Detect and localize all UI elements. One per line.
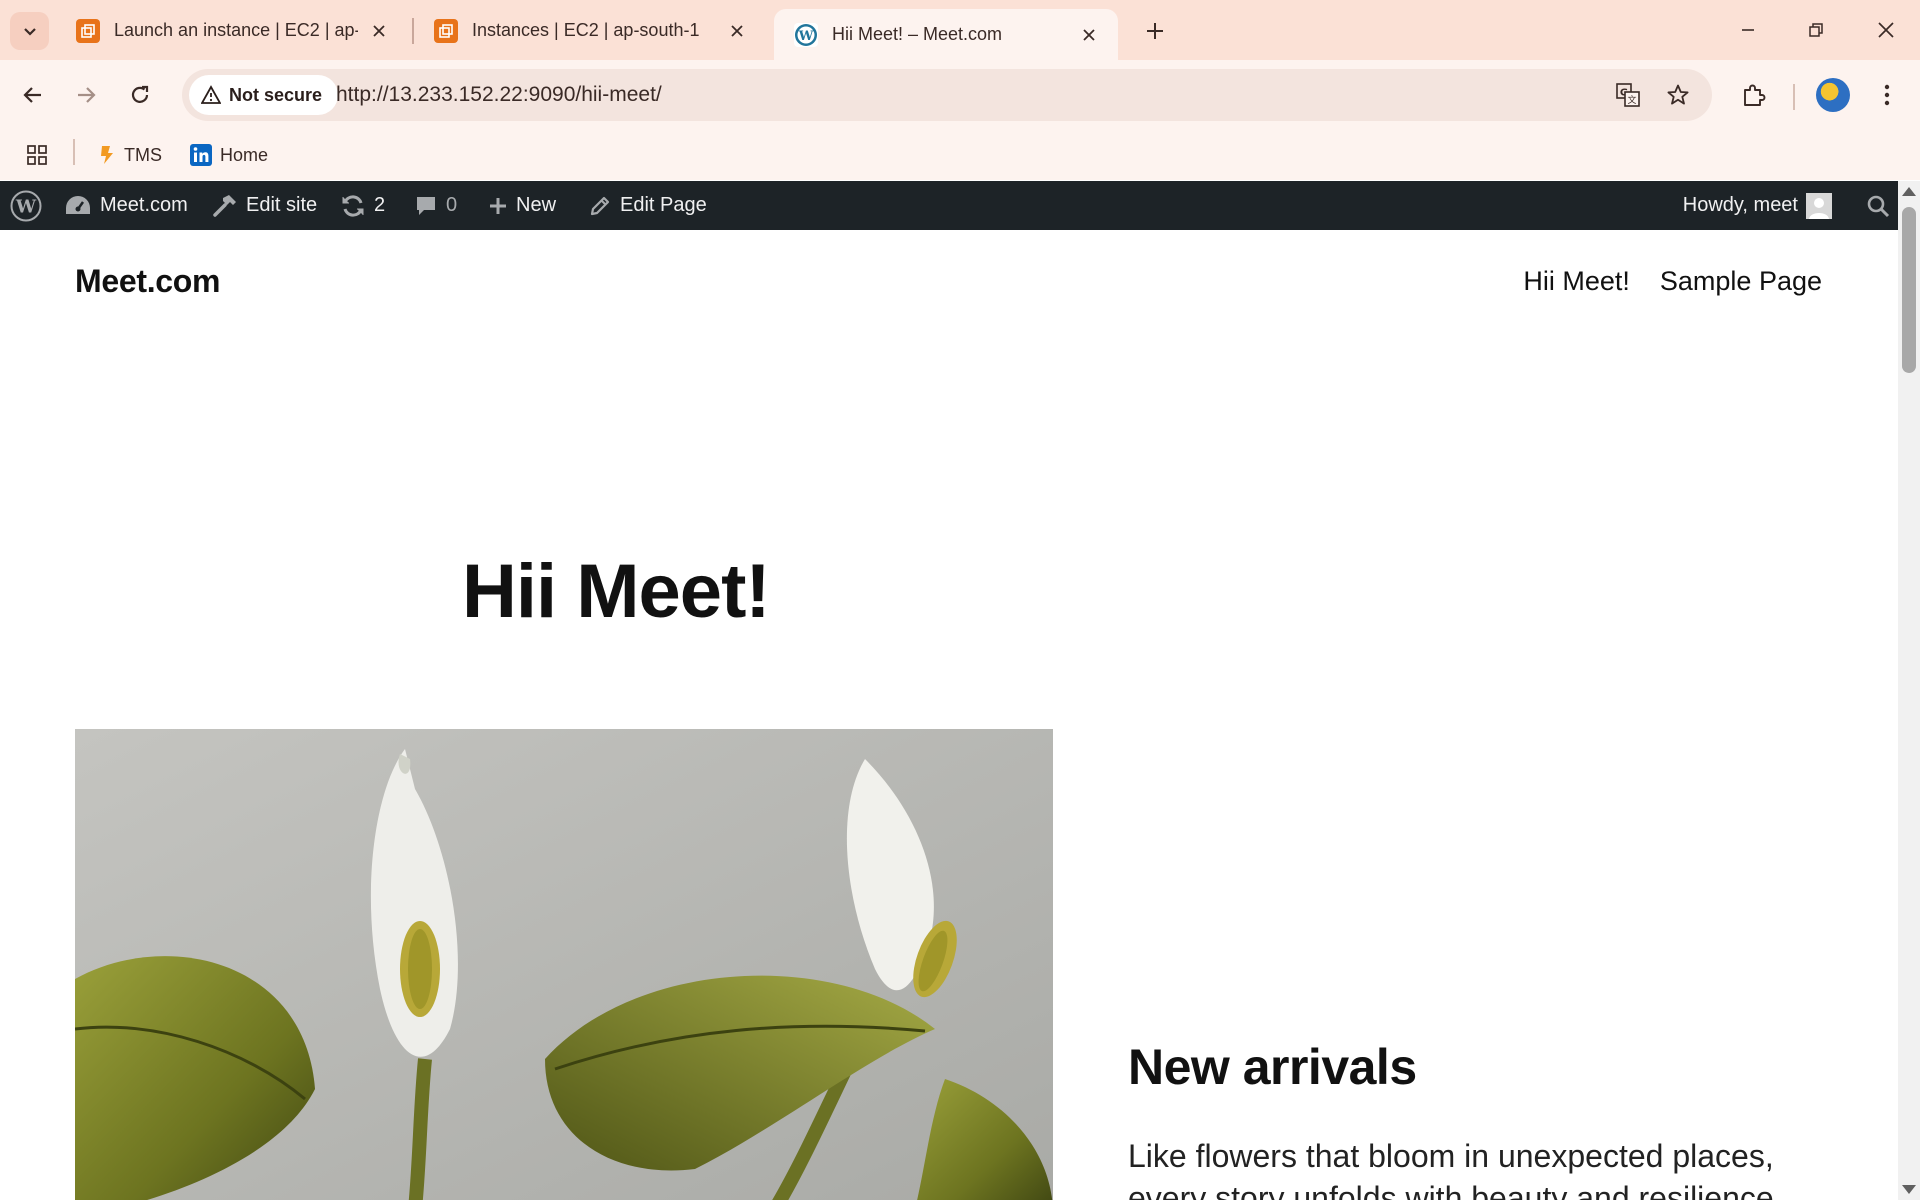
minimize-button[interactable]: [1718, 10, 1778, 50]
wordpress-logo-icon: W: [10, 190, 42, 221]
chevron-down-icon: [23, 28, 36, 36]
extensions-button[interactable]: [1733, 74, 1775, 116]
bookmarks-separator: [73, 139, 75, 165]
dashboard-icon: [66, 195, 90, 214]
apps-grid-icon: [27, 145, 47, 165]
edit-site-label: Edit site: [246, 194, 318, 216]
translate-icon[interactable]: G文: [1610, 77, 1646, 113]
edit-site-link[interactable]: Edit site: [212, 181, 317, 230]
howdy-label: Howdy, meet: [1682, 194, 1798, 216]
bookmark-tms[interactable]: TMS: [98, 140, 162, 170]
svg-text:文: 文: [1627, 94, 1636, 106]
tab-strip: Launch an instance | EC2 | ap-south-1 In…: [0, 0, 1920, 60]
nav-item-hii-meet[interactable]: Hii Meet!: [1523, 266, 1630, 297]
search-icon: [1867, 195, 1890, 217]
scroll-thumb[interactable]: [1902, 207, 1916, 373]
edit-page-label: Edit Page: [620, 194, 707, 216]
comment-bubble-icon: [417, 196, 435, 215]
kebab-menu-icon: [1884, 84, 1890, 106]
admin-site-link[interactable]: Meet.com: [64, 181, 188, 230]
aws-console-icon: [434, 18, 458, 43]
plus-icon: [1147, 23, 1163, 39]
close-tab-icon[interactable]: [724, 18, 750, 44]
comments-count: 0: [446, 194, 458, 216]
section-text: Like flowers that bloom in unexpected pl…: [1128, 1138, 1774, 1200]
edit-page-link[interactable]: Edit Page: [588, 181, 707, 230]
restore-icon: [1809, 23, 1823, 37]
updates-icon: [342, 194, 364, 217]
back-button[interactable]: [12, 74, 54, 116]
hammer-icon: [213, 194, 236, 217]
page-scrollbar[interactable]: [1898, 181, 1920, 1200]
browser-window: Launch an instance | EC2 | ap-south-1 In…: [0, 0, 1920, 1200]
tab-title: Instances | EC2 | ap-south-1: [472, 20, 700, 40]
site-navigation: Hii Meet! Sample Page: [1523, 266, 1822, 297]
wordpress-logo-button[interactable]: W: [10, 181, 42, 230]
scroll-down-arrow-icon[interactable]: [1902, 1185, 1916, 1194]
user-avatar-icon: [1806, 192, 1832, 219]
site-info-chip[interactable]: Not secure: [189, 75, 339, 115]
minimize-icon: [1742, 29, 1754, 31]
security-label: Not secure: [229, 84, 323, 105]
arrow-right-icon: [78, 87, 96, 103]
pencil-icon: [590, 196, 610, 215]
close-tab-icon[interactable]: [1076, 22, 1102, 48]
new-label: New: [516, 194, 557, 216]
admin-search-button[interactable]: [1866, 181, 1890, 230]
bookmark-label: Home: [220, 144, 269, 165]
bookmark-home[interactable]: Home: [190, 140, 268, 170]
scroll-up-arrow-icon[interactable]: [1902, 187, 1916, 196]
reload-button[interactable]: [119, 74, 161, 116]
arrow-left-icon: [23, 87, 41, 103]
warning-icon: [201, 85, 221, 104]
tms-icon: [101, 146, 113, 164]
tab-title: Launch an instance | EC2 | ap-south-1: [114, 20, 358, 40]
new-tab-button[interactable]: [1138, 14, 1172, 48]
tab-instances[interactable]: Instances | EC2 | ap-south-1: [414, 9, 766, 52]
restore-button[interactable]: [1786, 10, 1846, 50]
close-icon: [1878, 22, 1894, 38]
aws-console-icon: [76, 18, 100, 43]
plus-icon: [490, 197, 506, 214]
close-window-button[interactable]: [1856, 10, 1916, 50]
section-title: New arrivals: [1128, 1039, 1417, 1095]
wordpress-icon: W: [794, 22, 818, 47]
forward-button[interactable]: [65, 74, 107, 116]
bookmarks-bar: TMS Home: [0, 130, 1920, 180]
svg-text:W: W: [15, 196, 37, 217]
tab-search-button[interactable]: [10, 12, 49, 50]
profile-button[interactable]: [1812, 74, 1854, 116]
browser-menu-button[interactable]: [1866, 74, 1908, 116]
url-text[interactable]: http://13.233.152.22:9090/hii-meet/: [336, 83, 662, 107]
page-content: Meet.com Hii Meet! Sample Page Hii Meet!: [0, 230, 1898, 1200]
updates-count: 2: [374, 194, 386, 216]
toolbar-divider: [1793, 84, 1795, 110]
nav-item-sample-page[interactable]: Sample Page: [1660, 266, 1822, 297]
admin-site-name: Meet.com: [100, 194, 188, 216]
linkedin-icon: [190, 144, 212, 166]
apps-button[interactable]: [26, 140, 48, 170]
tab-hii-meet[interactable]: W Hii Meet! – Meet.com: [774, 9, 1118, 60]
page-title: Hii Meet!: [462, 549, 771, 634]
browser-toolbar: Not secure http://13.233.152.22:9090/hii…: [0, 60, 1920, 130]
comments-link[interactable]: 0: [414, 181, 457, 230]
puzzle-icon: [1744, 84, 1766, 106]
profile-avatar: [1816, 78, 1850, 112]
new-content-link[interactable]: New: [488, 181, 556, 230]
bookmark-star-icon[interactable]: [1660, 77, 1696, 113]
address-bar[interactable]: Not secure http://13.233.152.22:9090/hii…: [182, 69, 1712, 121]
bookmark-label: TMS: [124, 144, 162, 165]
wp-admin-bar: W Meet.com Edit site 2 0 New Edit Page H…: [0, 181, 1898, 230]
updates-link[interactable]: 2: [340, 181, 385, 230]
my-account-link[interactable]: Howdy, meet: [1683, 181, 1832, 230]
tab-title: Hii Meet! – Meet.com: [832, 24, 1003, 44]
site-title[interactable]: Meet.com: [75, 263, 221, 300]
reload-icon: [131, 85, 149, 103]
svg-text:W: W: [798, 29, 814, 44]
featured-image: [75, 729, 1053, 1200]
close-tab-icon[interactable]: [366, 18, 392, 44]
tab-launch-instance[interactable]: Launch an instance | EC2 | ap-south-1: [56, 9, 408, 52]
